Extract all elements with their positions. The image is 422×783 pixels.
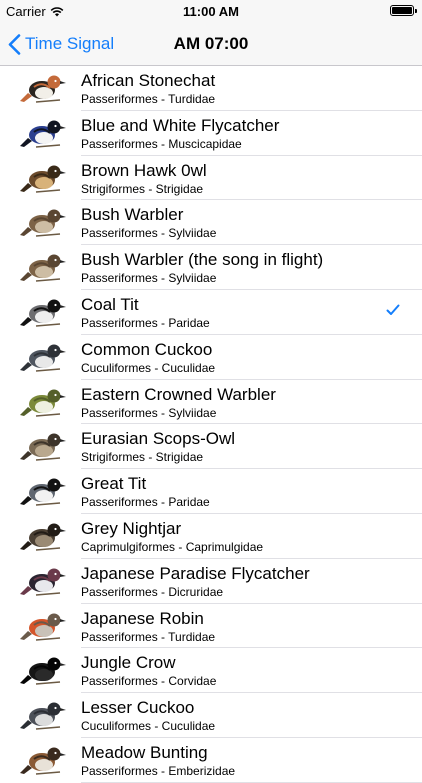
bird-name: Brown Hawk 0wl	[81, 160, 207, 180]
list-item[interactable]: Japanese Paradise Flycatcher Passeriforme…	[0, 559, 422, 604]
bird-thumbnail	[20, 747, 66, 775]
bird-thumbnail	[20, 523, 66, 551]
bird-taxonomy: Cuculiformes - Cuculidae	[81, 360, 216, 375]
bird-taxonomy: Passeriformes - Turdidae	[81, 92, 216, 106]
list-item[interactable]: African Stonechat Passeriformes - Turdida…	[0, 66, 422, 111]
bird-name: Jungle Crow	[81, 653, 176, 673]
bird-thumbnail	[20, 120, 66, 148]
bird-taxonomy: Passeriformes - Emberizidae	[81, 763, 236, 778]
page-title: AM 07:00	[173, 34, 249, 53]
bird-taxonomy: Strigiformes - Strigidae	[81, 450, 204, 465]
bird-taxonomy: Passeriformes - Sylviidae	[81, 226, 217, 241]
status-bar: Carrier 11:00 AM	[0, 0, 422, 22]
bird-name: Lesser Cuckoo	[81, 698, 195, 718]
bird-thumbnail	[20, 389, 66, 417]
list-item[interactable]: Brown Hawk 0wl Strigiformes - Strigidae	[0, 156, 422, 201]
list-item[interactable]: Eastern Crowned Warbler Passeriformes - S…	[0, 380, 422, 425]
bird-taxonomy: Passeriformes - Muscicapidae	[81, 136, 242, 151]
battery-icon	[390, 5, 417, 16]
bird-thumbnail	[20, 209, 66, 238]
list-item[interactable]: Meadow Bunting Passeriformes - Emberizida…	[0, 738, 422, 783]
bird-taxonomy: Passeriformes - Turdidae	[81, 629, 216, 644]
bird-taxonomy: Passeriformes - Corvidae	[81, 674, 217, 689]
bird-thumbnail	[20, 433, 66, 462]
bird-taxonomy: Cuculiformes - Cuculidae	[81, 719, 216, 734]
bird-name: Great Tit	[81, 474, 147, 494]
bird-thumbnail	[20, 344, 66, 372]
bird-thumbnail	[20, 613, 66, 641]
bird-name: African Stonechat	[81, 71, 216, 90]
bird-thumbnail	[20, 657, 66, 686]
bird-taxonomy: Passeriformes - Paridae	[81, 315, 210, 330]
bird-thumbnail	[20, 702, 66, 730]
bird-name: Blue and White Flycatcher	[81, 115, 280, 135]
list-item[interactable]: Coal Tit Passeriformes - Paridae	[0, 290, 422, 335]
bird-name: Bush Warbler	[81, 205, 184, 225]
bird-thumbnail	[20, 254, 66, 282]
bird-name: Common Cuckoo	[81, 339, 213, 359]
bird-taxonomy: Passeriformes - Sylviidae	[81, 271, 217, 286]
bird-name: Japanese Robin	[81, 608, 204, 628]
bird-name: Meadow Bunting	[81, 742, 208, 762]
bird-list: African Stonechat Passeriformes - Turdida…	[0, 66, 422, 783]
checkmark-icon	[386, 304, 400, 315]
bird-thumbnail	[20, 165, 66, 193]
bird-thumbnail	[20, 299, 66, 327]
bird-taxonomy: Strigiformes - Strigidae	[81, 181, 204, 196]
bird-thumbnail	[20, 568, 66, 596]
list-item[interactable]: Lesser Cuckoo Cuculiformes - Cuculidae	[0, 693, 422, 738]
status-time: 11:00 AM	[183, 4, 239, 19]
bird-name: Eastern Crowned Warbler	[81, 384, 276, 404]
bird-name: Bush Warbler (the song in flight)	[81, 250, 324, 270]
bird-name: Grey Nightjar	[81, 518, 182, 538]
list-item[interactable]: Bush Warbler (the song in flight) Passeri…	[0, 245, 422, 290]
bird-name: Japanese Paradise Flycatcher	[81, 563, 310, 583]
list-item[interactable]: Eurasian Scops-Owl Strigiformes - Strigid…	[0, 424, 422, 469]
navigation-bar: Time Signal AM 07:00	[0, 22, 422, 66]
bird-thumbnail	[20, 75, 66, 103]
bird-taxonomy: Passeriformes - Dicruridae	[81, 584, 224, 599]
bird-name: Coal Tit	[81, 294, 139, 314]
bird-name: Eurasian Scops-Owl	[81, 429, 236, 449]
list-item[interactable]: Bush Warbler Passeriformes - Sylviidae	[0, 200, 422, 245]
bird-taxonomy: Passeriformes - Paridae	[81, 495, 210, 510]
list-item[interactable]: Great Tit Passeriformes - Paridae	[0, 469, 422, 514]
list-item[interactable]: Grey Nightjar Caprimulgiformes - Caprimul…	[0, 514, 422, 559]
list-item[interactable]: Jungle Crow Passeriformes - Corvidae	[0, 648, 422, 693]
list-item[interactable]: Japanese Robin Passeriformes - Turdidae	[0, 604, 422, 649]
list-item[interactable]: Blue and White Flycatcher Passeriformes -…	[0, 111, 422, 156]
list-item[interactable]: Common Cuckoo Cuculiformes - Cuculidae	[0, 335, 422, 380]
bird-taxonomy: Caprimulgiformes - Caprimulgidae	[81, 539, 264, 554]
bird-thumbnail	[20, 478, 66, 506]
bird-taxonomy: Passeriformes - Sylviidae	[81, 405, 217, 420]
